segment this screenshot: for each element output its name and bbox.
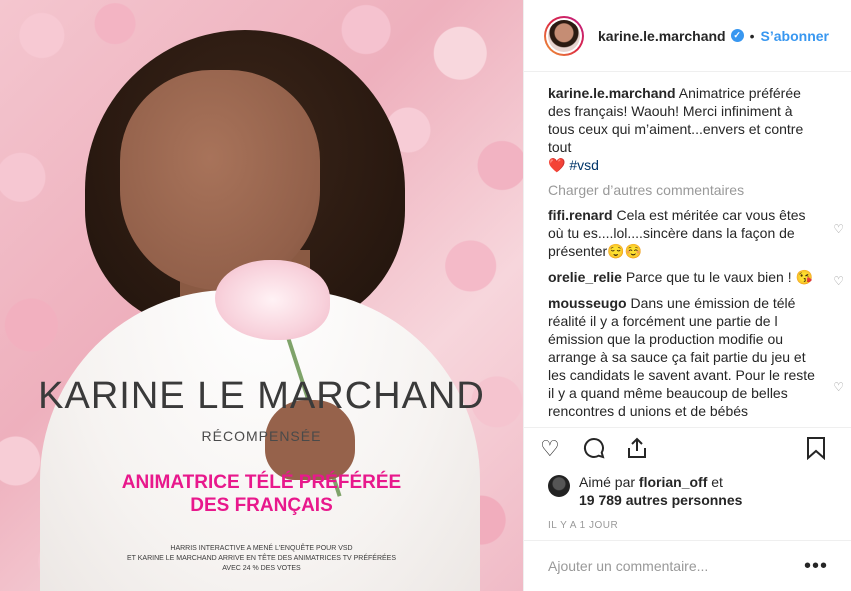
comment-text: Dans une émission de télé réalité il y a… — [548, 295, 815, 419]
post-header: karine.le.marchand ✓ • S’abonner — [524, 0, 851, 72]
liker-username[interactable]: florian_off — [639, 474, 707, 490]
comment-item: orelie_relie Parce que tu le vaux bien !… — [548, 268, 844, 288]
add-comment-bar: ••• — [524, 540, 851, 591]
image-footnote-line1: HARRIS INTERACTIVE A MENÉ L'ENQUÊTE POUR… — [170, 545, 353, 552]
likes-connector: et — [711, 474, 723, 490]
post-actions-bar: ♡ — [524, 427, 851, 471]
liker-avatar[interactable] — [548, 475, 570, 497]
likes-prefix: Aimé par — [579, 474, 636, 490]
likes-others-link[interactable]: 19 789 autres personnes — [579, 492, 742, 508]
image-headline-line1: ANIMATRICE TÉLÉ PRÉFÉRÉE — [121, 472, 402, 493]
post-sidebar: karine.le.marchand ✓ • S’abonner karine.… — [523, 0, 851, 591]
comment-username[interactable]: mousseugo — [548, 295, 627, 311]
image-headline-line2: DES FRANÇAIS — [190, 495, 333, 516]
avatar[interactable] — [544, 15, 584, 56]
comments-section[interactable]: karine.le.marchand Animatrice préférée d… — [524, 73, 851, 426]
image-subtitle: RÉCOMPENSÉE — [201, 428, 322, 444]
face — [120, 70, 320, 290]
avatar-image — [548, 19, 580, 52]
comment-text: Parce que tu le vaux bien ! 😘 — [625, 269, 813, 285]
load-more-comments-button[interactable]: Charger d’autres commentaires — [548, 182, 828, 198]
header-username[interactable]: karine.le.marchand — [598, 28, 726, 44]
add-comment-input[interactable] — [548, 558, 804, 574]
post-image[interactable]: KARINE LE MARCHAND RÉCOMPENSÉE ANIMATRIC… — [0, 0, 523, 591]
comment-item: mousseugo Dans une émission de télé réal… — [548, 294, 844, 420]
comment-bubble-icon[interactable] — [582, 436, 606, 466]
likes-summary: Aimé par florian_off et 19 789 autres pe… — [548, 473, 848, 509]
share-icon[interactable] — [626, 436, 648, 466]
header-separator: • — [749, 27, 755, 44]
image-footnote-line3: AVEC 24 % DES VOTES — [222, 565, 301, 572]
post-timestamp[interactable]: IL Y A 1 JOUR — [548, 520, 618, 531]
hashtag-link[interactable]: #vsd — [569, 157, 599, 173]
comment-like-heart-icon[interactable]: ♡ — [833, 272, 844, 290]
like-heart-icon[interactable]: ♡ — [540, 436, 560, 462]
caption: karine.le.marchand Animatrice préférée d… — [548, 84, 828, 174]
bookmark-icon[interactable] — [806, 436, 826, 466]
more-options-icon[interactable]: ••• — [804, 555, 828, 578]
caption-username[interactable]: karine.le.marchand — [548, 85, 676, 101]
comment-username[interactable]: orelie_relie — [548, 269, 622, 285]
comment-like-heart-icon[interactable]: ♡ — [833, 220, 844, 238]
image-title: KARINE LE MARCHAND — [38, 375, 485, 417]
verified-badge-icon: ✓ — [730, 29, 744, 42]
peony-flower — [215, 260, 330, 340]
follow-button[interactable]: S’abonner — [761, 28, 829, 44]
comment-item: fifi.renard Cela est méritée car vous êt… — [548, 206, 844, 260]
comment-like-heart-icon[interactable]: ♡ — [833, 378, 844, 396]
heart-emoji: ❤️ — [548, 157, 566, 173]
comment-username[interactable]: fifi.renard — [548, 207, 613, 223]
image-footnote-line2: ET KARINE LE MARCHAND ARRIVE EN TÊTE DES… — [126, 555, 397, 562]
